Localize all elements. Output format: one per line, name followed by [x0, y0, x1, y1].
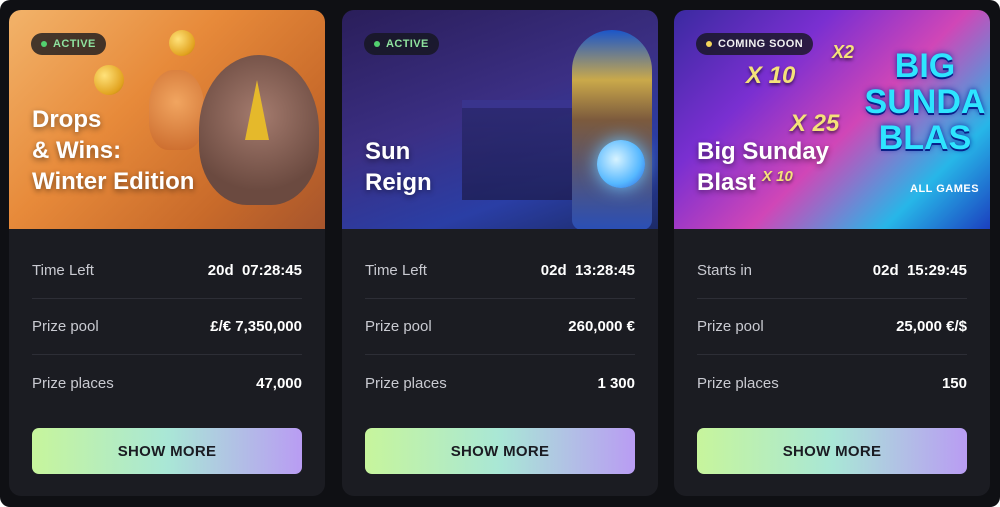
countdown-value: 02d 15:29:45 — [872, 262, 967, 279]
prize-pool-value: 260,000 € — [568, 318, 635, 335]
row-label: Time Left — [365, 262, 427, 279]
prize-places-value: 1 300 — [597, 374, 635, 392]
prize-pool-row: Prize pool £/€ 7,350,000 — [32, 299, 302, 355]
starts-in-row: Starts in 02d 15:29:45 — [697, 243, 967, 299]
promotions-panel: ACTIVE Drops & Wins: Winter Edition Time… — [0, 0, 1000, 507]
prize-pool-value: 25,000 €/$ — [896, 318, 967, 335]
countdown-value: 02d 13:28:45 — [540, 262, 635, 279]
tournament-title: Big Sunday Blast — [697, 136, 829, 198]
row-label: Time Left — [32, 262, 94, 279]
row-label: Prize pool — [32, 318, 99, 335]
row-label: Starts in — [697, 262, 753, 279]
tournament-details: Time Left 20d 07:28:45 Prize pool £/€ 7,… — [32, 243, 302, 411]
big-sunday-blast-logo: BIG SUNDA BLAS — [864, 48, 986, 156]
tournament-banner[interactable]: X 10 X2 X 25 X 10 BIG SUNDA BLAS ALL GAM… — [674, 10, 990, 229]
multiplier-label: X 10 — [746, 62, 796, 89]
prize-pool-row: Prize pool 260,000 € — [365, 299, 635, 355]
tournament-card-drops-wins: ACTIVE Drops & Wins: Winter Edition Time… — [9, 10, 325, 496]
time-left-row: Time Left 20d 07:28:45 — [32, 243, 302, 299]
logo-subtitle: ALL GAMES — [910, 183, 980, 195]
show-more-button[interactable]: SHOW MORE — [32, 428, 302, 474]
status-badge: COMING SOON — [696, 33, 814, 55]
tournament-card-big-sunday-blast: X 10 X2 X 25 X 10 BIG SUNDA BLAS ALL GAM… — [674, 10, 990, 496]
title-line: Sun — [365, 138, 411, 165]
status-badge-label: COMING SOON — [718, 38, 804, 50]
show-more-button[interactable]: SHOW MORE — [365, 428, 635, 474]
multiplier-label: X2 — [832, 42, 855, 62]
tournament-details: Starts in 02d 15:29:45 Prize pool 25,000… — [697, 243, 967, 411]
status-badge-label: ACTIVE — [386, 38, 429, 50]
status-badge: ACTIVE — [364, 33, 439, 55]
prize-pool-value: £/€ 7,350,000 — [210, 318, 302, 335]
golden-horn-illustration — [245, 80, 269, 140]
title-line: & Wins: — [32, 137, 122, 164]
time-left-row: Time Left 02d 13:28:45 — [365, 243, 635, 299]
prize-places-row: Prize places 150 — [697, 355, 967, 411]
tournament-details: Time Left 02d 13:28:45 Prize pool 260,00… — [365, 243, 635, 411]
prize-places-row: Prize places 47,000 — [32, 355, 302, 411]
title-line: Blast — [697, 169, 756, 196]
tournament-banner[interactable]: ACTIVE Sun Reign — [342, 10, 658, 229]
show-more-button[interactable]: SHOW MORE — [697, 428, 967, 474]
glowing-orb-illustration — [597, 140, 645, 188]
prize-places-value: 47,000 — [256, 374, 302, 392]
gold-coin-icon — [94, 65, 124, 95]
status-dot-icon — [374, 41, 380, 47]
prize-places-value: 150 — [941, 374, 967, 392]
row-label: Prize places — [32, 374, 114, 392]
countdown-value: 20d 07:28:45 — [207, 262, 302, 279]
title-line: Reign — [365, 169, 432, 196]
status-badge: ACTIVE — [31, 33, 106, 55]
tournament-title: Drops & Wins: Winter Edition — [32, 104, 194, 197]
title-line: Big Sunday — [697, 138, 830, 165]
logo-line: BLAS — [878, 119, 972, 157]
status-dot-icon — [706, 41, 712, 47]
row-label: Prize pool — [697, 318, 764, 335]
logo-line: BIG — [894, 47, 956, 85]
prize-places-row: Prize places 1 300 — [365, 355, 635, 411]
tournament-banner[interactable]: ACTIVE Drops & Wins: Winter Edition — [9, 10, 325, 229]
tournament-card-sun-reign: ACTIVE Sun Reign Time Left 02d 13:28:45 … — [342, 10, 658, 496]
row-label: Prize pool — [365, 318, 432, 335]
multiplier-label: X 25 — [790, 110, 840, 137]
prize-pool-row: Prize pool 25,000 €/$ — [697, 299, 967, 355]
status-dot-icon — [41, 41, 47, 47]
temple-illustration — [462, 100, 572, 200]
row-label: Prize places — [365, 374, 447, 392]
tournament-title: Sun Reign — [365, 136, 432, 198]
pharaoh-character-illustration — [572, 30, 652, 229]
title-line: Drops — [32, 106, 102, 133]
title-line: Winter Edition — [32, 168, 195, 195]
row-label: Prize places — [697, 374, 779, 392]
gold-coin-icon — [169, 30, 195, 56]
logo-line: SUNDA — [864, 83, 986, 121]
status-badge-label: ACTIVE — [53, 38, 96, 50]
